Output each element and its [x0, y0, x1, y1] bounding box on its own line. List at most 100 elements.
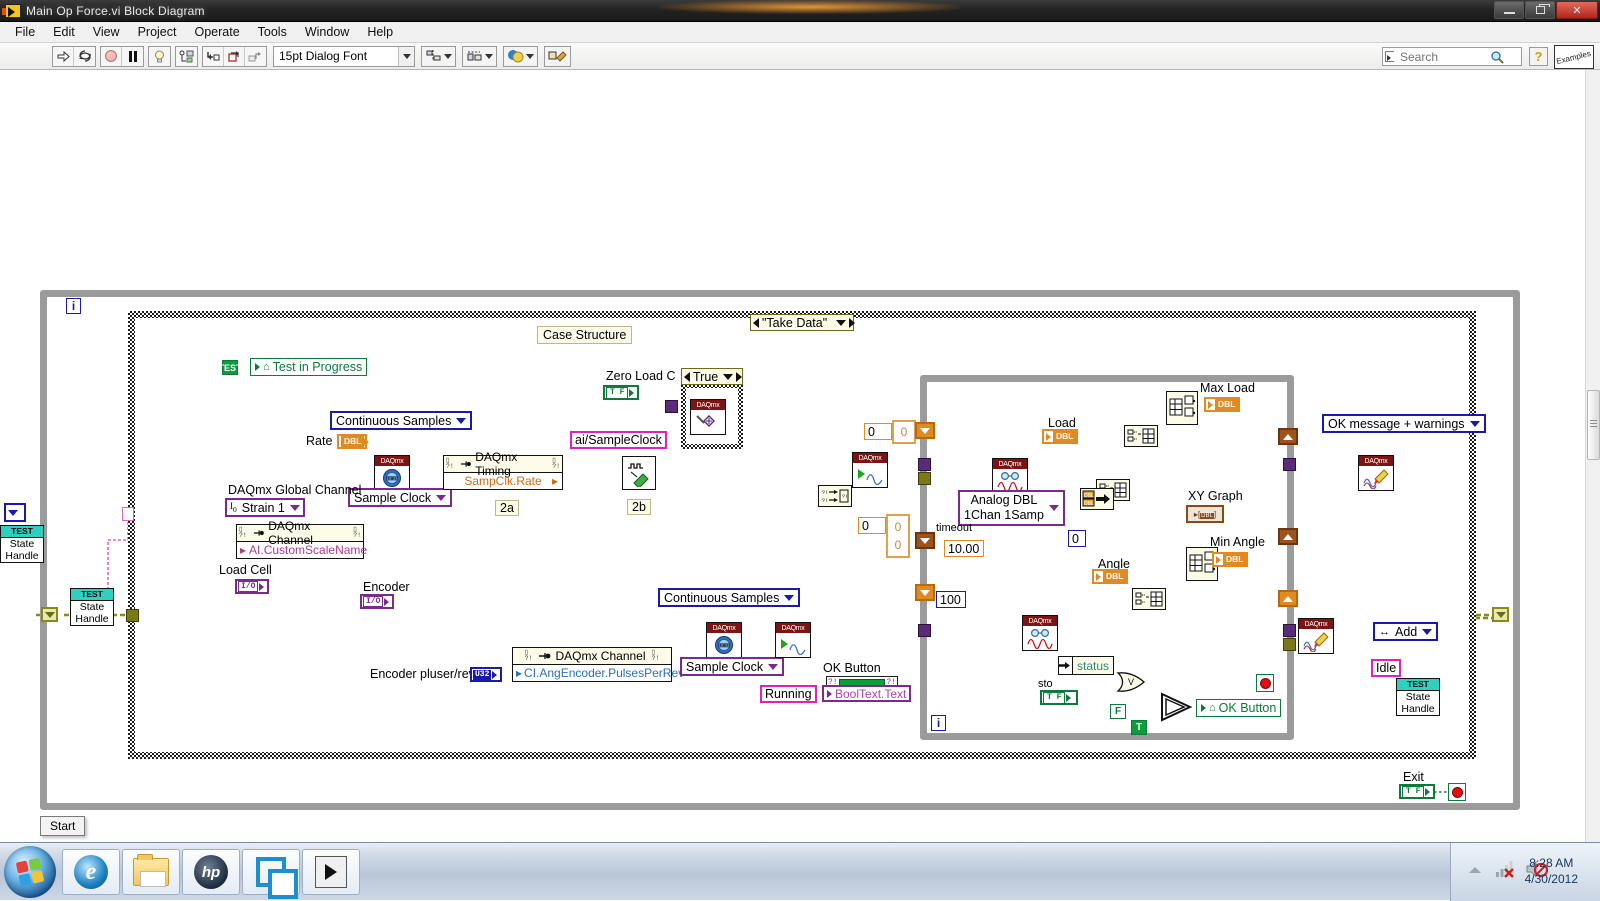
- chevron-down-icon[interactable]: [1048, 505, 1059, 511]
- menu-window[interactable]: Window: [296, 23, 358, 41]
- taskbar-item-windows-explorer[interactable]: [122, 849, 180, 895]
- align-objects-button[interactable]: [421, 45, 456, 67]
- show-hidden-icons-arrow[interactable]: [1469, 867, 1481, 873]
- chevron-down-icon[interactable]: [1469, 420, 1480, 427]
- timeout-constant[interactable]: 10.00: [944, 540, 984, 557]
- sample-clock-ring-2[interactable]: Sample Clock: [680, 657, 785, 676]
- prev-case-arrow-icon[interactable]: [753, 317, 759, 328]
- add-state-ring[interactable]: ↔ Add: [1373, 622, 1439, 641]
- daqmx-read-vi-icon-1[interactable]: DAQmx: [992, 458, 1028, 494]
- chevron-down-icon[interactable]: [784, 594, 795, 601]
- search-icon[interactable]: [1490, 50, 1504, 64]
- menu-view[interactable]: View: [84, 23, 129, 41]
- vertical-scrollbar[interactable]: [1585, 70, 1600, 842]
- font-selector[interactable]: 15pt Dialog Font: [273, 45, 415, 67]
- taskbar-item-internet-explorer[interactable]: e: [62, 849, 120, 895]
- state-handle-cluster-left[interactable]: TEST State Handle: [0, 525, 44, 563]
- chevron-down-icon[interactable]: [768, 663, 779, 670]
- encoder-terminal[interactable]: I/O: [360, 594, 394, 609]
- step-over-icon[interactable]: [224, 46, 245, 66]
- reorder-button[interactable]: [503, 45, 538, 67]
- minimize-button[interactable]: [1494, 1, 1524, 19]
- chevron-down-icon[interactable]: [398, 46, 414, 66]
- daqmx-clear-task-vi-icon-1[interactable]: DAQmx: [1358, 455, 1394, 491]
- chevron-down-icon[interactable]: [836, 319, 847, 326]
- ok-message-warnings-ring[interactable]: OK message + warnings: [1322, 414, 1486, 433]
- daqmx-start-task-vi-icon-1[interactable]: DAQmx: [775, 622, 811, 658]
- taskbar-item-labview[interactable]: [302, 849, 360, 895]
- clean-up-diagram-button[interactable]: [544, 45, 571, 67]
- ok-button-subvi[interactable]: ⌂ OK Button: [1196, 699, 1282, 717]
- next-case-arrow-icon[interactable]: [736, 371, 743, 382]
- load-indicator-terminal[interactable]: DBL: [1042, 429, 1078, 444]
- angle-indicator-terminal[interactable]: DBL: [1092, 569, 1128, 584]
- running-string-constant[interactable]: Running: [760, 685, 817, 703]
- restore-button[interactable]: [1525, 1, 1555, 19]
- windows-start-orb[interactable]: [4, 846, 56, 898]
- daqmx-channel-property-node-2[interactable]: ▯?! DAQmx Channel ▯?! ▸ CI.AngEncoder.Pu…: [512, 647, 684, 682]
- taskbar-item-hp-support[interactable]: hp: [182, 849, 240, 895]
- or-gate-node[interactable]: V: [1116, 672, 1148, 692]
- ai-sample-clock-constant[interactable]: ai/SampleClock: [570, 431, 667, 449]
- taskbar-clock[interactable]: 8:28 AM 4/30/2012: [1525, 855, 1578, 887]
- state-handle-cluster-mid[interactable]: TEST State Handle: [70, 588, 114, 626]
- run-arrow-icon[interactable]: [53, 46, 74, 66]
- analog-dbl-1chan-1samp-ring[interactable]: Analog DBL 1Chan 1Samp: [958, 490, 1065, 526]
- rate-terminal[interactable]: DBL: [337, 434, 370, 449]
- true-constant-test-in-progress[interactable]: TEST: [219, 360, 242, 375]
- daqmx-channel-1-property-row[interactable]: ▸ AI.CustomScaleName: [237, 542, 367, 558]
- menu-operate[interactable]: Operate: [185, 23, 248, 41]
- zero-shift-constant[interactable]: 0: [1068, 530, 1086, 547]
- sto-terminal[interactable]: T F: [1040, 690, 1078, 705]
- inner-case-selector-true[interactable]: True: [681, 368, 743, 385]
- exit-terminal[interactable]: T F: [1399, 784, 1435, 799]
- chevron-down-icon[interactable]: [456, 417, 467, 424]
- daqmx-channel-2-property-row[interactable]: ▸ CI.AngEncoder.PulsesPerRev: [513, 665, 684, 681]
- step-out-icon[interactable]: [245, 46, 266, 66]
- daqmx-read-vi-icon-2[interactable]: DAQmx: [1022, 615, 1058, 651]
- daqmx-start-task-vi-icon-2[interactable]: DAQmx: [852, 452, 888, 488]
- array-max-min-node-load[interactable]: [1166, 391, 1198, 425]
- chevron-down-icon[interactable]: [723, 373, 734, 380]
- menu-project[interactable]: Project: [129, 23, 186, 41]
- min-angle-indicator-terminal[interactable]: DBL: [1212, 552, 1248, 567]
- context-help-icon[interactable]: ?: [1529, 47, 1548, 66]
- shift-register-right[interactable]: [1492, 607, 1509, 622]
- outer-loop-stop-button[interactable]: [1448, 783, 1466, 801]
- continuous-samples-ring-2[interactable]: Continuous Samples: [658, 588, 801, 607]
- unbundle-status-node[interactable]: status: [1058, 656, 1114, 675]
- daqmx-timing-vi-icon-1[interactable]: DAQmx 13:11: [374, 455, 410, 491]
- pause-icon[interactable]: [122, 46, 143, 66]
- sample-clock-ring-1[interactable]: Sample Clock: [348, 488, 453, 507]
- prev-case-arrow-icon[interactable]: [684, 371, 690, 382]
- sample-clock-timing-node[interactable]: [622, 456, 656, 490]
- daqmx-timing-vi-icon-2[interactable]: DAQmx 13:11: [706, 622, 742, 658]
- scrollbar-thumb[interactable]: [1587, 390, 1600, 460]
- merge-errors-node[interactable]: ?!?!?!: [818, 485, 852, 507]
- examples-button[interactable]: Examples: [1554, 45, 1594, 69]
- state-handle-cluster-right[interactable]: TEST State Handle: [1396, 678, 1440, 716]
- case-selector-take-data[interactable]: "Take Data": [750, 314, 856, 331]
- array-index-constant-0-a[interactable]: 0: [864, 423, 892, 440]
- zero-load-cell-terminal[interactable]: T F: [603, 385, 639, 400]
- menu-help[interactable]: Help: [358, 23, 402, 41]
- array-index-constant-0-b[interactable]: 0: [858, 517, 886, 534]
- menu-file[interactable]: File: [6, 23, 44, 41]
- abort-execution-icon[interactable]: [101, 46, 122, 66]
- hundred-constant[interactable]: 100: [936, 591, 966, 608]
- daqmx-zero-offset-vi-icon[interactable]: DAQmx: [690, 399, 726, 435]
- distribute-objects-button[interactable]: [462, 45, 497, 67]
- xy-graph-terminal[interactable]: ▸[DBL]: [1186, 505, 1224, 523]
- continuous-samples-ring-1[interactable]: Continuous Samples: [330, 411, 473, 430]
- highlight-execution-bulb-icon[interactable]: [149, 46, 170, 66]
- run-continuously-icon[interactable]: [74, 46, 95, 66]
- chevron-down-icon[interactable]: [1422, 628, 1433, 635]
- step-into-icon[interactable]: [203, 46, 224, 66]
- daqmx-timing-property-node[interactable]: ▯?! DAQmx Timing ▯?! SampClk.Rate ▸: [443, 450, 563, 490]
- load-cell-terminal[interactable]: I/O: [235, 579, 269, 594]
- encoder-pulses-per-rev-terminal[interactable]: U32: [470, 667, 502, 682]
- retain-wire-values-icon[interactable]: [176, 46, 197, 66]
- build-array-node-angle[interactable]: [1132, 588, 1166, 610]
- close-button[interactable]: ✕: [1556, 1, 1598, 19]
- daqmx-channel-property-node-1[interactable]: ▯?! DAQmx Channel ▯?! ▸ AI.CustomScaleNa…: [236, 519, 367, 559]
